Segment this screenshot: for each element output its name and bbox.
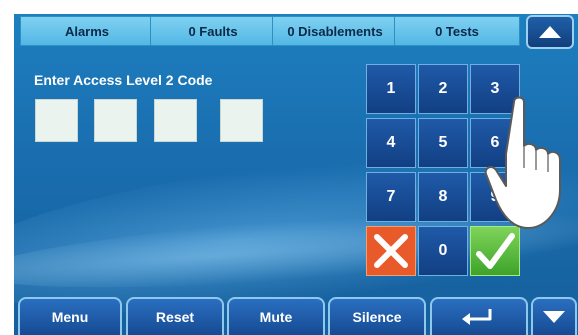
key-label: 7 bbox=[386, 188, 396, 205]
button-label: Mute bbox=[259, 309, 293, 325]
key-2[interactable]: 2 bbox=[418, 64, 468, 114]
tab-alarms[interactable]: Alarms bbox=[20, 16, 154, 46]
return-arrow-icon bbox=[462, 309, 492, 325]
key-label: 2 bbox=[438, 80, 448, 97]
reset-button[interactable]: Reset bbox=[126, 297, 224, 335]
code-digit-box bbox=[220, 99, 263, 142]
button-label: Menu bbox=[51, 309, 89, 325]
key-8[interactable]: 8 bbox=[418, 172, 468, 222]
code-prompt: Enter Access Level 2 Code bbox=[34, 72, 213, 88]
pointing-hand-icon bbox=[484, 96, 561, 229]
code-digit-box bbox=[154, 99, 197, 142]
key-5[interactable]: 5 bbox=[418, 118, 468, 168]
code-digit-box bbox=[35, 99, 78, 142]
triangle-up-icon bbox=[539, 26, 561, 38]
key-0[interactable]: 0 bbox=[418, 226, 468, 276]
scroll-up-button[interactable] bbox=[526, 15, 574, 49]
mute-button[interactable]: Mute bbox=[227, 297, 325, 335]
return-button[interactable] bbox=[430, 297, 528, 335]
x-icon bbox=[374, 234, 408, 268]
button-label: Silence bbox=[352, 309, 402, 325]
tab-label: 0 Tests bbox=[435, 23, 479, 39]
key-label: 0 bbox=[438, 242, 448, 259]
tab-disablements[interactable]: 0 Disablements bbox=[272, 16, 398, 46]
tab-label: Alarms bbox=[64, 23, 110, 39]
silence-button[interactable]: Silence bbox=[328, 297, 426, 335]
panel-screen: Alarms 0 Faults 0 Disablements 0 Tests E… bbox=[14, 14, 578, 335]
key-4[interactable]: 4 bbox=[366, 118, 416, 168]
bottom-toolbar: Menu Reset Mute Silence bbox=[14, 297, 578, 335]
key-label: 4 bbox=[386, 134, 396, 151]
key-1[interactable]: 1 bbox=[366, 64, 416, 114]
triangle-down-icon bbox=[543, 311, 565, 323]
menu-button[interactable]: Menu bbox=[18, 297, 122, 335]
button-label: Reset bbox=[155, 309, 195, 325]
code-digit-box bbox=[94, 99, 137, 142]
key-label: 5 bbox=[438, 134, 448, 151]
key-label: 8 bbox=[438, 188, 448, 205]
key-7[interactable]: 7 bbox=[366, 172, 416, 222]
tab-tests[interactable]: 0 Tests bbox=[394, 16, 520, 46]
status-bar: Alarms 0 Faults 0 Disablements 0 Tests bbox=[14, 14, 578, 50]
tab-label: 0 Faults bbox=[188, 23, 238, 39]
tab-faults[interactable]: 0 Faults bbox=[150, 16, 276, 46]
checkmark-icon bbox=[476, 233, 515, 269]
tab-label: 0 Disablements bbox=[287, 23, 383, 39]
scroll-down-button[interactable] bbox=[531, 297, 577, 335]
key-label: 1 bbox=[386, 80, 396, 97]
cancel-button[interactable] bbox=[366, 226, 416, 276]
